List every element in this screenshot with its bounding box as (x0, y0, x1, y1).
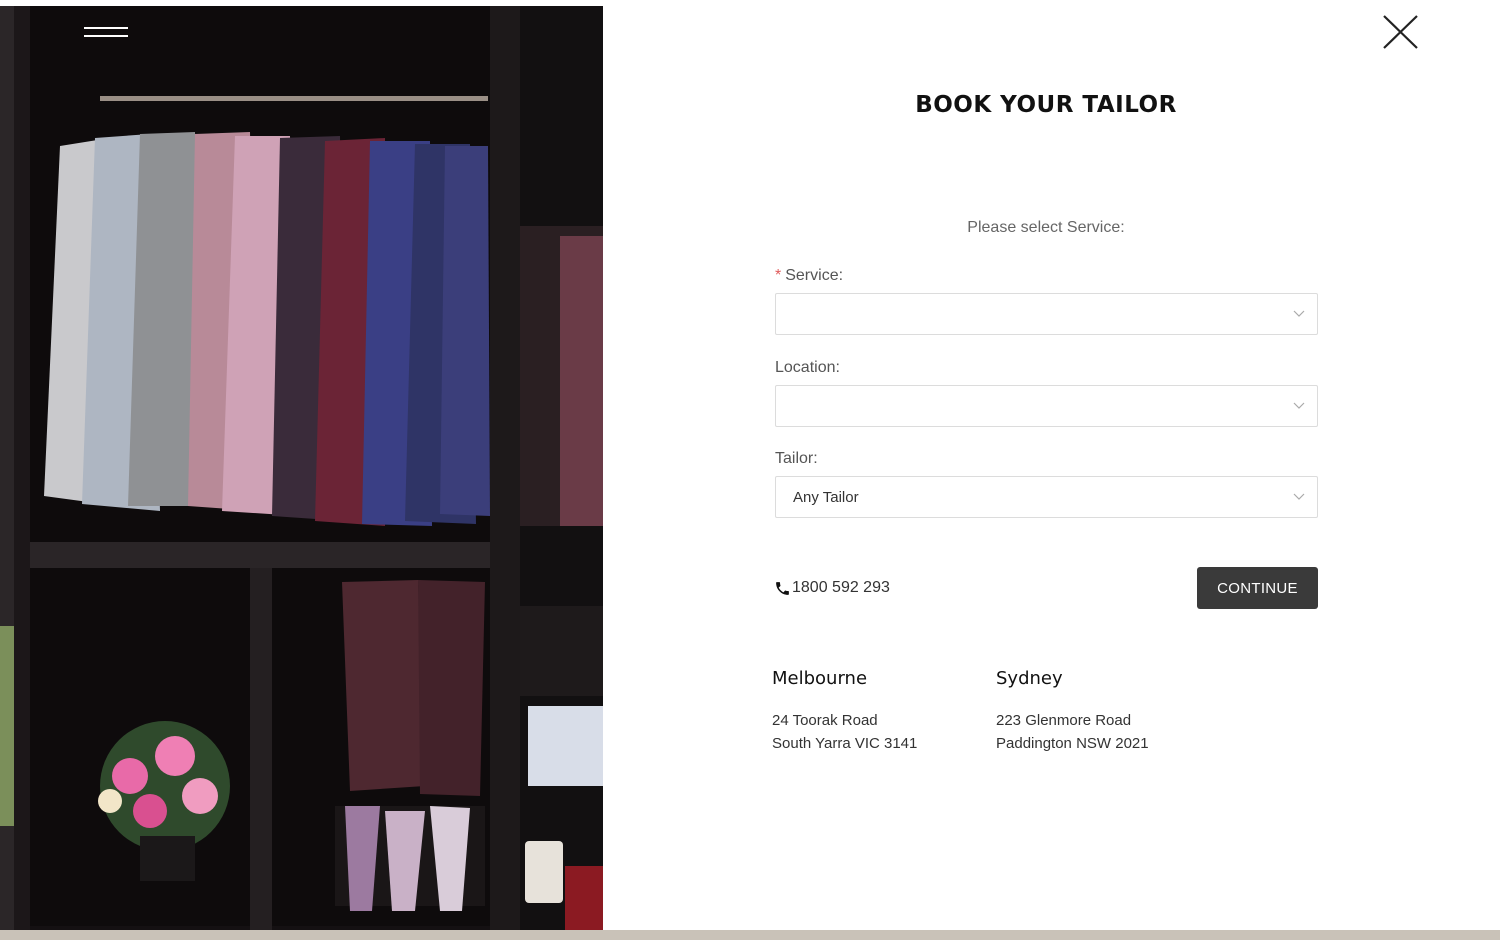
hamburger-menu-icon[interactable] (84, 27, 128, 47)
booking-panel (603, 0, 1500, 930)
melbourne-address-line2: South Yarra VIC 3141 (772, 735, 918, 752)
service-select[interactable] (775, 293, 1318, 335)
menu-line (84, 35, 128, 37)
menu-line (84, 27, 128, 29)
location-city-melbourne: Melbourne (772, 668, 868, 689)
wardrobe-illustration (0, 6, 603, 930)
location-label: Location: (775, 359, 840, 376)
page-title: BOOK YOUR TAILOR (915, 92, 1177, 118)
chevron-down-icon (1293, 310, 1305, 317)
continue-button[interactable]: CONTINUE (1197, 567, 1318, 609)
bottom-edge-strip (0, 930, 1500, 940)
hero-photo-wardrobe (0, 6, 603, 930)
service-label-text: Service: (785, 267, 844, 284)
service-label: * Service: (775, 267, 843, 285)
tailor-label: Tailor: (775, 450, 818, 467)
required-mark: * (775, 267, 782, 284)
sydney-address-line2: Paddington NSW 2021 (996, 735, 1149, 752)
phone-number: 1800 592 293 (792, 579, 890, 596)
chevron-down-icon (1293, 402, 1305, 409)
sydney-address-line1: 223 Glenmore Road (996, 712, 1132, 729)
phone-icon (776, 581, 789, 595)
close-button[interactable] (1380, 12, 1420, 52)
chevron-down-icon (1293, 493, 1305, 500)
phone-link[interactable]: 1800 592 293 (774, 579, 890, 597)
tailor-select[interactable]: Any Tailor (775, 476, 1318, 518)
close-x-icon (1383, 15, 1418, 49)
location-city-sydney: Sydney (996, 668, 1063, 689)
location-select[interactable] (775, 385, 1318, 427)
melbourne-address-line1: 24 Toorak Road (772, 712, 878, 729)
select-service-prompt: Please select Service: (967, 219, 1125, 236)
tailor-select-value: Any Tailor (793, 489, 859, 506)
